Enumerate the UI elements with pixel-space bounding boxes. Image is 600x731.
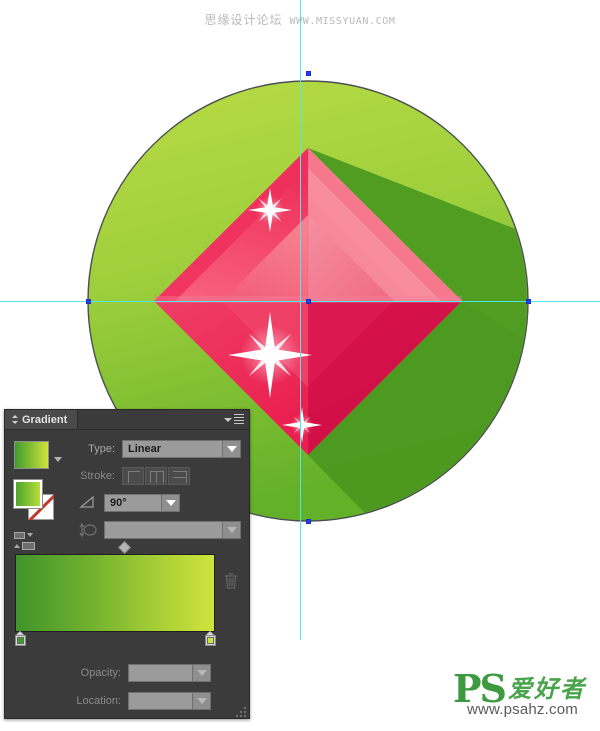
fill-swatch[interactable]: [13, 479, 43, 509]
anchor-point-left[interactable]: [86, 299, 91, 304]
guide-vertical[interactable]: [300, 0, 301, 640]
row-stroke: Stroke:: [67, 465, 241, 487]
type-select[interactable]: Linear: [122, 440, 241, 458]
apply-gradient-along-stroke-button[interactable]: [145, 467, 167, 485]
panel-menu-icon[interactable]: [224, 414, 244, 426]
panel-body: Type: Linear Stroke: 90° Opacity: Locati…: [5, 430, 249, 720]
chevron-down-icon: [27, 533, 33, 537]
gradient-fill-icon: [14, 532, 25, 539]
swatch-column: [13, 441, 62, 552]
opacity-field[interactable]: [128, 664, 211, 682]
chevron-down-icon[interactable]: [161, 495, 179, 511]
fill-stroke-order-icons[interactable]: [14, 532, 40, 552]
row-location: Location:: [35, 690, 229, 712]
chevron-down-icon[interactable]: [192, 665, 210, 681]
gradient-stop-start[interactable]: [15, 631, 26, 646]
type-label: Type:: [88, 443, 115, 455]
panel-titlebar[interactable]: Gradient: [5, 410, 249, 430]
sparkle-medium: [248, 188, 292, 232]
chevron-down-icon: [224, 418, 232, 422]
trash-icon[interactable]: [223, 572, 239, 590]
type-value: Linear: [128, 443, 162, 455]
psahz-logo: PS 爱好者 www.psahz.com: [453, 670, 586, 718]
aspect-ratio-field[interactable]: [104, 521, 241, 539]
logo-url-text: www.psahz.com: [466, 701, 578, 718]
fill-stroke-swatches: [13, 479, 54, 520]
row-aspect: [67, 519, 241, 541]
stroke-label: Stroke:: [80, 470, 115, 482]
row-type: Type: Linear: [67, 438, 241, 460]
gradient-preview-swatch[interactable]: [14, 441, 49, 469]
gradient-stroke-icon: [22, 542, 35, 550]
aspect-ratio-icon: [79, 521, 99, 539]
gradient-diamond-icon: [11, 415, 18, 424]
opacity-label: Opacity:: [80, 667, 121, 679]
hamburger-icon: [234, 414, 244, 426]
gradient-stop-end[interactable]: [205, 631, 216, 646]
anchor-point-top[interactable]: [306, 71, 311, 76]
tab-gradient[interactable]: Gradient: [5, 410, 79, 429]
apply-gradient-within-stroke-button[interactable]: [122, 467, 144, 485]
row-opacity: Opacity:: [35, 662, 229, 684]
sparkle-small: [282, 407, 322, 443]
chevron-down-icon[interactable]: [222, 441, 240, 457]
stop-color-chip: [207, 637, 214, 644]
angle-value: 90°: [110, 497, 127, 509]
chevron-up-icon: [14, 544, 20, 548]
apply-gradient-across-stroke-button[interactable]: [168, 467, 190, 485]
bottom-control-rows: Opacity: Location:: [35, 662, 229, 718]
row-angle: 90°: [67, 492, 241, 514]
stop-color-chip: [17, 637, 24, 644]
location-field[interactable]: [128, 692, 211, 710]
logo-cn-text: 爱好者: [508, 675, 586, 703]
angle-icon: [79, 494, 99, 512]
anchor-point-right[interactable]: [526, 299, 531, 304]
location-label: Location:: [76, 695, 121, 707]
control-rows: Type: Linear Stroke: 90°: [67, 438, 241, 546]
watermark-url-text: WWW.MISSYUAN.COM: [289, 16, 396, 27]
gradient-presets-chevron-down-icon[interactable]: [54, 457, 62, 462]
gradient-slider-area[interactable]: [15, 541, 241, 646]
anchor-point-bottom[interactable]: [306, 519, 311, 524]
chevron-down-icon[interactable]: [222, 522, 240, 538]
panel-title: Gradient: [22, 413, 68, 426]
gradient-panel[interactable]: Gradient Type: Linear Stroke: 90° Opacit…: [4, 409, 250, 719]
gradient-ramp[interactable]: [15, 554, 215, 632]
angle-field[interactable]: 90°: [104, 494, 180, 512]
watermark-cn-text: 思缘设计论坛: [204, 13, 283, 27]
stroke-gradient-buttons: [122, 467, 190, 485]
chevron-down-icon[interactable]: [192, 693, 210, 709]
panel-resize-grip[interactable]: [236, 707, 247, 718]
anchor-point-center[interactable]: [306, 299, 311, 304]
